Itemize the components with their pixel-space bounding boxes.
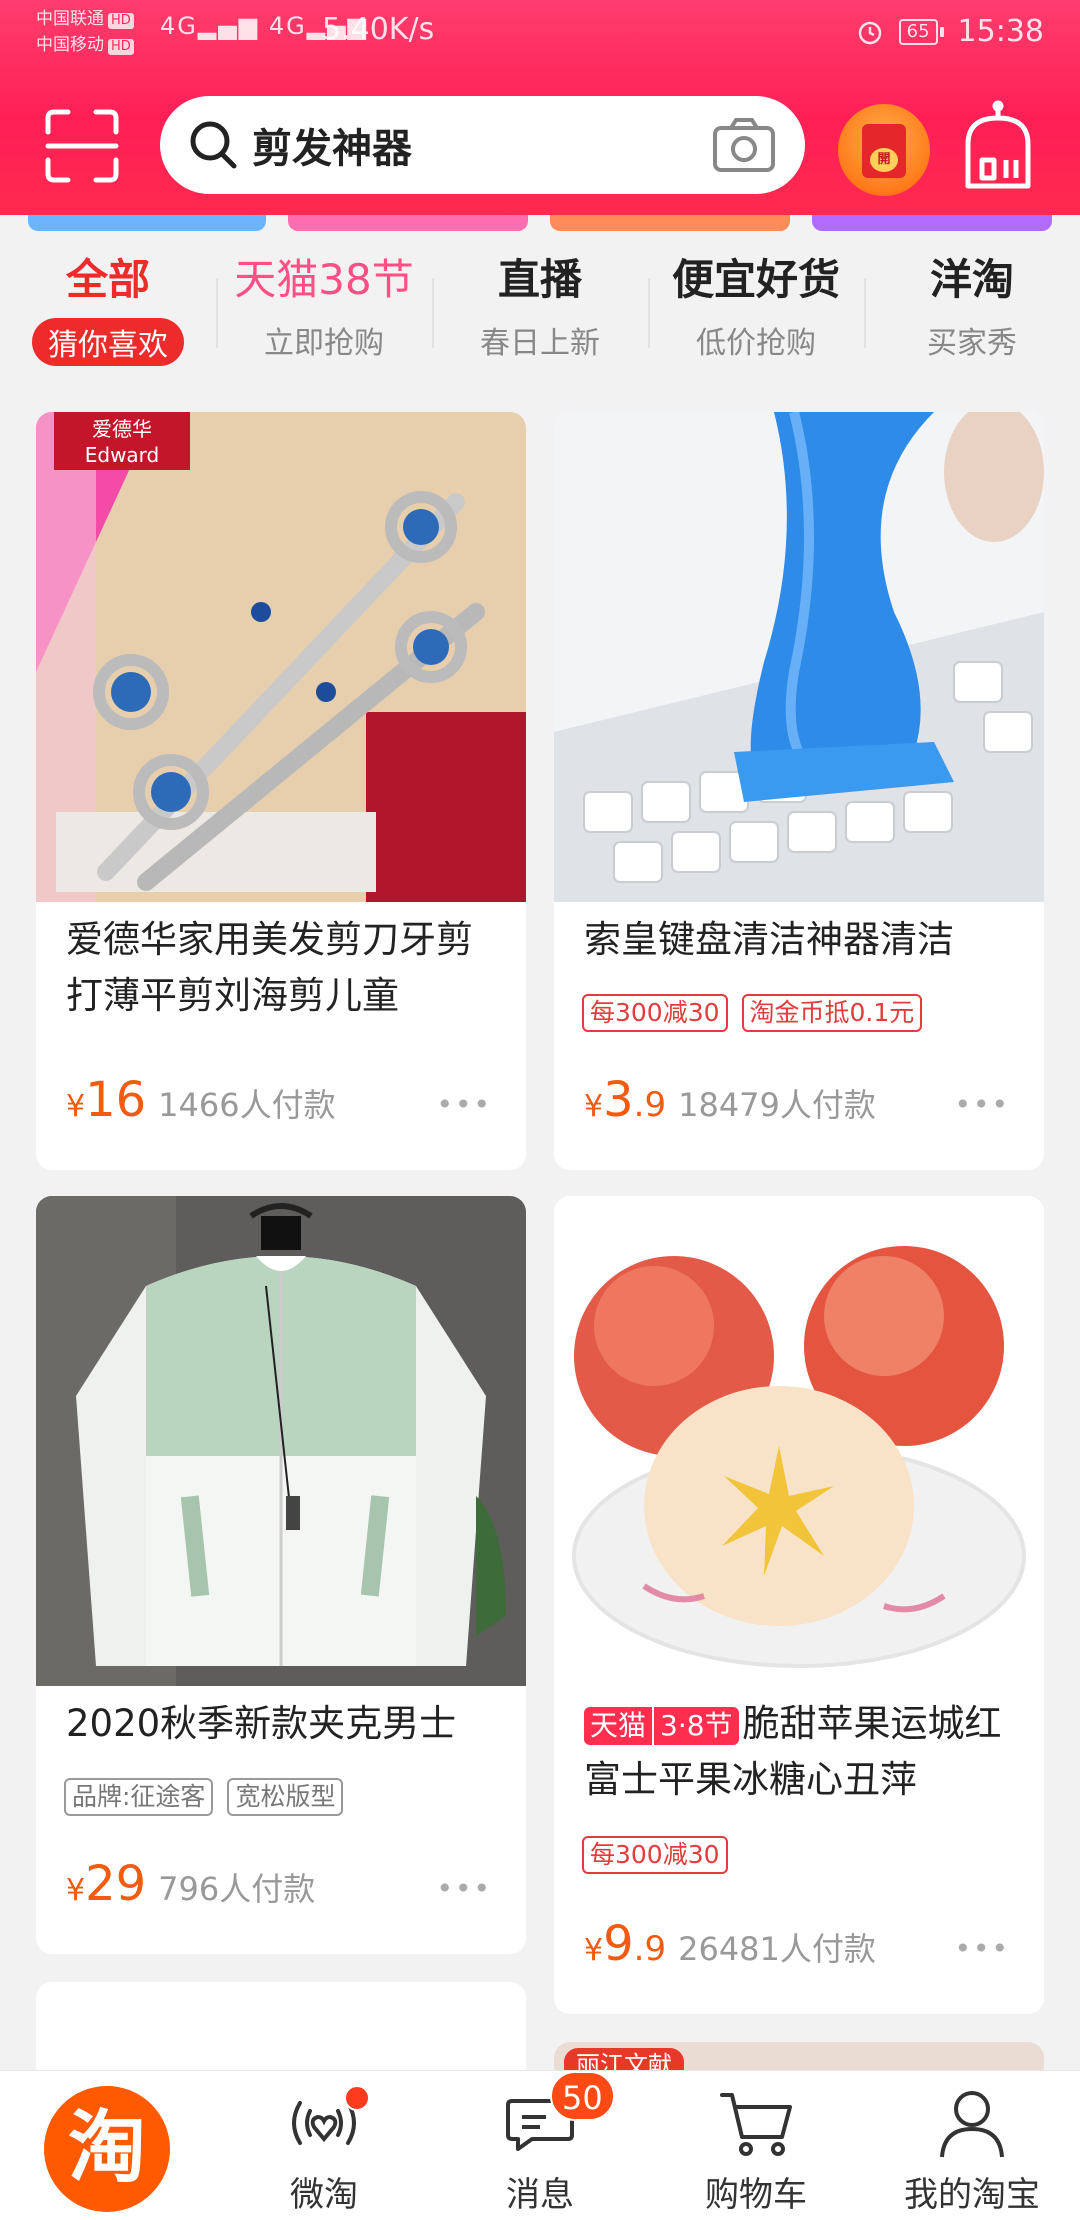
message-count-badge: 50: [550, 2071, 615, 2121]
payer-count: 26481人付款: [678, 1930, 876, 1968]
product-title: 2020秋季新款夹克男士: [66, 1702, 457, 1745]
product-image[interactable]: [554, 1196, 1044, 1686]
red-envelope-icon: 開: [862, 124, 906, 178]
price-line: ¥ 16 1466人付款: [66, 1072, 336, 1128]
more-options-icon[interactable]: •••: [954, 1932, 1010, 1965]
currency: ¥: [66, 1873, 86, 1908]
feature-tags: 品牌:征途客 宽松版型: [64, 1778, 344, 1816]
carrier-1: 中国联通: [36, 9, 104, 29]
price-line: ¥ 29 796人付款: [66, 1856, 315, 1912]
hd-badge-2: HD: [108, 39, 134, 55]
product-image[interactable]: [554, 412, 1044, 902]
scan-icon[interactable]: [44, 108, 120, 184]
red-packet-button[interactable]: 開: [838, 104, 930, 196]
banner-tiles: [0, 215, 1080, 231]
assistant-robot-icon[interactable]: [958, 100, 1038, 192]
feature-tag: 宽松版型: [227, 1778, 344, 1816]
tmall-38-badge: 天猫 3·8节: [584, 1706, 739, 1745]
tab-title: 全部: [65, 255, 150, 304]
tab-live[interactable]: 直播 春日上新: [432, 248, 648, 384]
profile-icon: [940, 2091, 1004, 2158]
search-input[interactable]: 剪发神器: [252, 116, 412, 174]
alarm-icon: [858, 21, 881, 44]
price: 29: [85, 1856, 147, 1912]
carrier-info: 中国联通 HD 中国移动 HD: [36, 6, 134, 58]
product-image[interactable]: [36, 1196, 526, 1686]
tab-all[interactable]: 全部 猜你喜欢: [0, 248, 216, 384]
product-card[interactable]: 索皇键盘清洁神器清洁 每300减30 淘金币抵0.1元 ¥ 3 .9 18479…: [554, 412, 1044, 1170]
nav-label: 购物车: [705, 2175, 807, 2215]
product-image[interactable]: 爱德华 Edward: [36, 412, 526, 902]
product-title: 索皇键盘清洁神器清洁: [584, 918, 954, 961]
nav-cart[interactable]: 购物车: [648, 2071, 864, 2220]
tile-2[interactable]: [288, 215, 528, 231]
product-title: 爱德华家用美发剪刀牙剪打薄平剪刘海剪儿童: [66, 918, 473, 1017]
nav-label: 我的淘宝: [904, 2175, 1040, 2215]
nav-my-taobao[interactable]: 我的淘宝: [864, 2071, 1080, 2220]
search-bar[interactable]: 剪发神器: [160, 96, 805, 194]
price-line: ¥ 3 .9 18479人付款: [584, 1072, 876, 1128]
tab-subtitle: 春日上新: [480, 326, 600, 361]
payer-count: 796人付款: [158, 1870, 316, 1908]
promo-tags: 每300减30 淘金币抵0.1元: [582, 994, 923, 1032]
nav-label: 消息: [506, 2175, 574, 2215]
tab-title: 洋淘: [929, 255, 1014, 304]
tile-3[interactable]: [550, 215, 790, 231]
promo-tags: 每300减30: [582, 1836, 728, 1874]
product-card[interactable]: 天猫 3·8节 脆甜苹果运城红富士平果冰糖心丑萍 每300减30 ¥ 9 .9 26…: [554, 1196, 1044, 2014]
tab-tmall-38[interactable]: 天猫38节 立即抢购: [216, 248, 432, 384]
tab-subtitle: 立即抢购: [264, 326, 384, 361]
nav-label: 微淘: [290, 2175, 358, 2215]
hd-badge: HD: [108, 13, 134, 29]
tab-subtitle: 买家秀: [927, 326, 1017, 361]
promo-tag: 每300减30: [582, 1836, 728, 1874]
tile-4[interactable]: [812, 215, 1052, 231]
tab-title: 直播: [497, 255, 582, 304]
promo-tag: 每300减30: [582, 994, 728, 1032]
price: 3: [603, 1072, 634, 1128]
product-card[interactable]: 2020秋季新款夹克男士 品牌:征途客 宽松版型 ¥ 29 796人付款 •••: [36, 1196, 526, 1954]
tab-cheap-goods[interactable]: 便宜好货 低价抢购: [648, 248, 864, 384]
carrier-2: 中国移动: [36, 35, 104, 55]
currency: ¥: [66, 1089, 86, 1124]
payer-count: 1466人付款: [158, 1086, 336, 1124]
tile-1[interactable]: [28, 215, 266, 231]
nav-weitao[interactable]: 微淘: [216, 2071, 432, 2220]
promo-tag: 淘金币抵0.1元: [741, 994, 923, 1032]
nav-messages[interactable]: 50 消息: [432, 2071, 648, 2220]
cart-icon: [720, 2093, 792, 2156]
more-options-icon[interactable]: •••: [954, 1088, 1010, 1121]
feature-tag: 品牌:征途客: [64, 1778, 214, 1816]
status-right: 65 15:38: [855, 14, 1044, 49]
more-options-icon[interactable]: •••: [436, 1872, 492, 1905]
tab-subtitle: 低价抢购: [696, 326, 816, 361]
battery-icon: 65: [898, 18, 944, 45]
status-bar: 中国联通 HD 中国移动 HD 4G▂▄▆ 4G▂▄▆ 5.40K/s 65 15:…: [0, 0, 1080, 70]
taobao-home-icon[interactable]: 淘: [44, 2086, 170, 2212]
network-speed: 5.40K/s: [322, 12, 435, 47]
tab-buyer-show[interactable]: 洋淘 买家秀: [864, 248, 1080, 384]
category-tabs: 全部 猜你喜欢 天猫38节 立即抢购 直播 春日上新 便宜好货 低价抢购 洋淘 …: [0, 248, 1080, 384]
search-icon: [190, 121, 237, 169]
notification-dot: [344, 2085, 370, 2111]
more-options-icon[interactable]: •••: [436, 1088, 492, 1121]
price: 16: [85, 1072, 147, 1128]
price-decimal: .9: [633, 1085, 667, 1125]
clock: 15:38: [957, 14, 1044, 49]
header: 中国联通 HD 中国移动 HD 4G▂▄▆ 4G▂▄▆ 5.40K/s 65 15:…: [0, 0, 1080, 215]
product-card-partial[interactable]: [36, 1982, 526, 2082]
brand-logo: 爱德华 Edward: [54, 412, 190, 470]
price: 9: [603, 1916, 634, 1972]
tab-title: 天猫38节: [234, 255, 414, 304]
currency: ¥: [584, 1089, 604, 1124]
price-line: ¥ 9 .9 26481人付款: [584, 1916, 876, 1972]
product-title: 天猫 3·8节 脆甜苹果运城红富士平果冰糖心丑萍: [584, 1696, 1020, 1808]
tab-subtitle: 猜你喜欢: [32, 318, 184, 366]
currency: ¥: [584, 1933, 604, 1968]
tab-title: 便宜好货: [671, 255, 840, 304]
product-card[interactable]: 爱德华 Edward 爱德华家用美发剪刀牙剪打薄平剪刘海剪儿童 ¥ 16 146…: [36, 412, 526, 1170]
payer-count: 18479人付款: [678, 1086, 876, 1124]
camera-icon[interactable]: [711, 116, 777, 174]
price-decimal: .9: [633, 1929, 667, 1969]
